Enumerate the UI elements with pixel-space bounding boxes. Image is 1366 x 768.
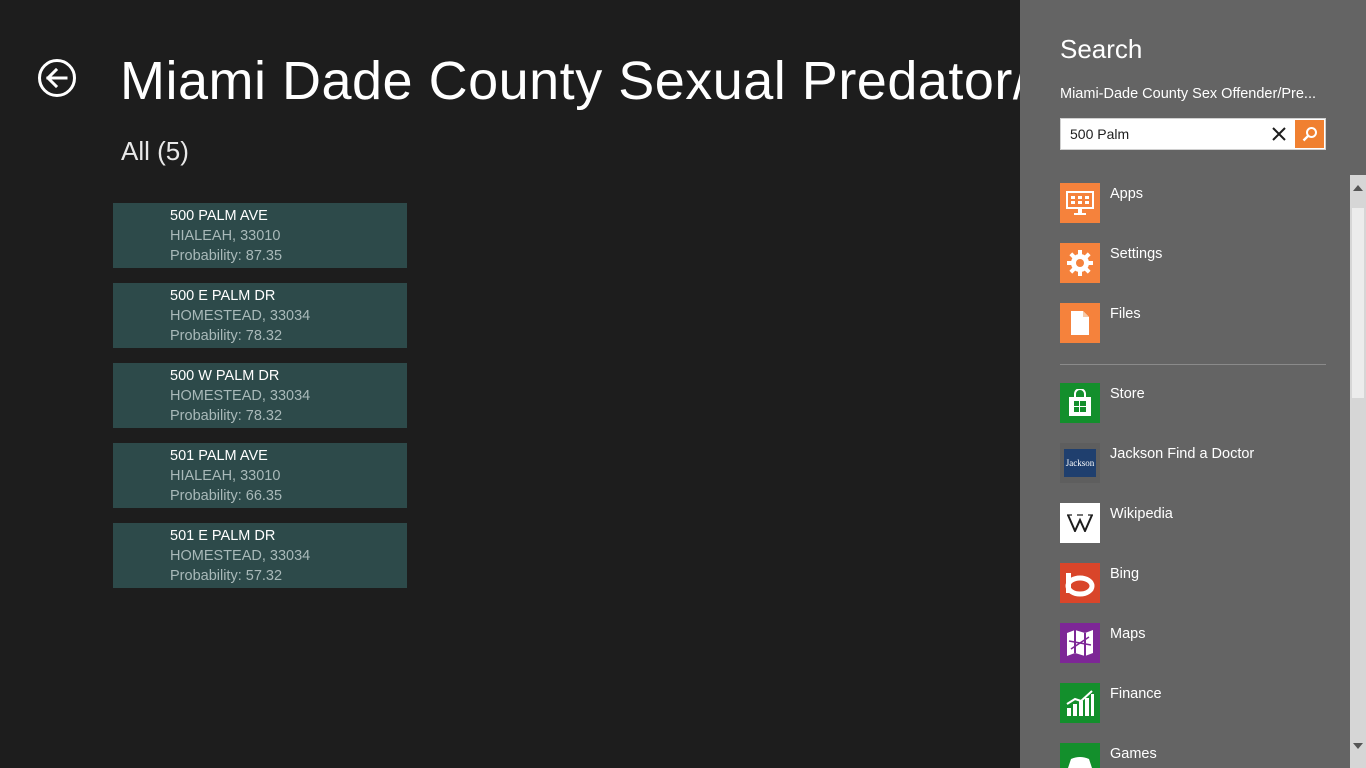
page-title: Miami Dade County Sexual Predator/C xyxy=(120,51,1068,111)
search-target-label: Wikipedia xyxy=(1110,506,1173,522)
result-item[interactable]: 501 E PALM DR HOMESTEAD, 33034 Probabili… xyxy=(113,523,407,588)
result-city: HOMESTEAD, 33034 xyxy=(170,308,311,324)
search-target-bing[interactable]: Bing xyxy=(1060,563,1326,603)
result-probability: Probability: 66.35 xyxy=(170,488,283,504)
search-box xyxy=(1060,118,1326,150)
scroll-down-button[interactable] xyxy=(1350,738,1366,754)
result-address: 500 PALM AVE xyxy=(170,208,268,224)
search-target-maps[interactable]: Maps xyxy=(1060,623,1326,663)
search-list-divider xyxy=(1060,364,1326,365)
result-probability: Probability: 78.32 xyxy=(170,328,283,344)
search-target-label: Files xyxy=(1110,306,1141,322)
app-window: Miami Dade County Sexual Predator/C All … xyxy=(0,0,1366,768)
result-address: 500 E PALM DR xyxy=(170,288,276,304)
result-address: 501 PALM AVE xyxy=(170,448,268,464)
apps-icon xyxy=(1060,183,1100,223)
wikipedia-icon xyxy=(1060,503,1100,543)
search-target-label: Games xyxy=(1110,746,1157,762)
jackson-logo-icon: Jackson xyxy=(1060,443,1100,483)
search-target-apps[interactable]: Apps xyxy=(1060,183,1326,223)
result-item[interactable]: 500 E PALM DR HOMESTEAD, 33034 Probabili… xyxy=(113,283,407,348)
result-probability: Probability: 87.35 xyxy=(170,248,283,264)
back-button[interactable] xyxy=(38,59,76,97)
games-icon xyxy=(1060,743,1100,768)
group-header[interactable]: All (5) xyxy=(121,136,189,167)
search-target-label: Jackson Find a Doctor xyxy=(1110,446,1255,462)
result-probability: Probability: 78.32 xyxy=(170,408,283,424)
results-list: 500 PALM AVE HIALEAH, 33010 Probability:… xyxy=(113,203,407,603)
result-city: HOMESTEAD, 33034 xyxy=(170,388,311,404)
search-target-label: Bing xyxy=(1110,566,1140,582)
back-arrow-icon xyxy=(46,68,68,88)
result-city: HOMESTEAD, 33034 xyxy=(170,548,311,564)
search-target-label: Finance xyxy=(1110,686,1162,702)
search-target-settings[interactable]: Settings xyxy=(1060,243,1326,283)
maps-icon xyxy=(1060,623,1100,663)
search-list-scrollbar[interactable] xyxy=(1350,175,1366,768)
search-target-label: Store xyxy=(1110,386,1145,402)
result-city: HIALEAH, 33010 xyxy=(170,468,281,484)
search-target-label: Apps xyxy=(1110,186,1144,202)
search-target-jackson-find-a-doctor[interactable]: Jackson Jackson Find a Doctor xyxy=(1060,443,1326,483)
result-item[interactable]: 500 W PALM DR HOMESTEAD, 33034 Probabili… xyxy=(113,363,407,428)
search-target-wikipedia[interactable]: Wikipedia xyxy=(1060,503,1326,543)
scroll-up-button[interactable] xyxy=(1350,180,1366,196)
search-target-finance[interactable]: Finance xyxy=(1060,683,1326,723)
search-icon xyxy=(1302,127,1317,142)
search-charm-pane: Search Miami-Dade County Sex Offender/Pr… xyxy=(1020,0,1366,768)
jackson-logo-text: Jackson xyxy=(1065,458,1095,468)
gear-icon xyxy=(1060,243,1100,283)
search-target-label: Settings xyxy=(1110,246,1163,262)
search-input[interactable] xyxy=(1061,119,1261,149)
search-target-store[interactable]: Store xyxy=(1060,383,1326,423)
chevron-down-icon xyxy=(1353,743,1363,749)
clear-search-button[interactable] xyxy=(1267,122,1291,146)
bing-icon xyxy=(1060,563,1100,603)
search-button[interactable] xyxy=(1295,120,1324,148)
result-item[interactable]: 501 PALM AVE HIALEAH, 33010 Probability:… xyxy=(113,443,407,508)
result-probability: Probability: 57.32 xyxy=(170,568,283,584)
result-address: 500 W PALM DR xyxy=(170,368,280,384)
search-charm-title: Search xyxy=(1060,34,1143,64)
finance-icon xyxy=(1060,683,1100,723)
search-target-files[interactable]: Files xyxy=(1060,303,1326,343)
chevron-up-icon xyxy=(1353,185,1363,191)
result-city: HIALEAH, 33010 xyxy=(170,228,281,244)
search-target-games[interactable]: Games xyxy=(1060,743,1326,768)
store-icon xyxy=(1060,383,1100,423)
result-item[interactable]: 500 PALM AVE HIALEAH, 33010 Probability:… xyxy=(113,203,407,268)
result-address: 501 E PALM DR xyxy=(170,528,276,544)
search-scope-selector[interactable]: Miami-Dade County Sex Offender/Pre... xyxy=(1060,86,1325,102)
scrollbar-thumb[interactable] xyxy=(1352,208,1364,398)
file-icon xyxy=(1060,303,1100,343)
search-target-label: Maps xyxy=(1110,626,1146,642)
close-icon xyxy=(1272,127,1286,141)
